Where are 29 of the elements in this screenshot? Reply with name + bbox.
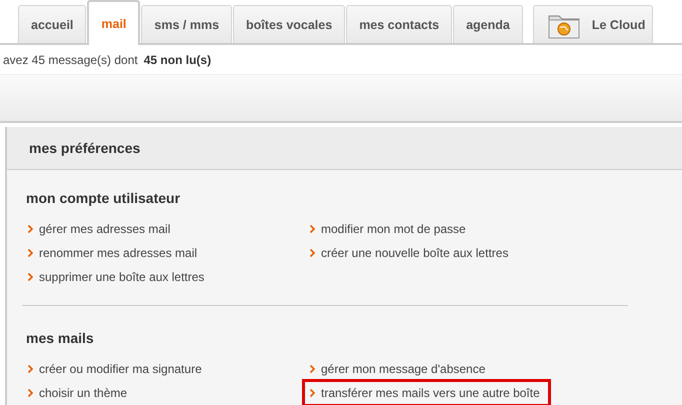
chevron-icon bbox=[310, 225, 315, 233]
chevron-icon bbox=[310, 249, 315, 257]
preference-link[interactable]: gérer mon message d'absence bbox=[308, 361, 488, 377]
chevron-icon bbox=[28, 365, 33, 373]
tab[interactable]: sms / mms bbox=[141, 5, 232, 43]
preference-link[interactable]: transférer mes mails vers une autre boîte bbox=[308, 385, 545, 401]
preference-link[interactable]: renommer mes adresses mail bbox=[26, 245, 200, 261]
chevron-icon bbox=[310, 365, 315, 373]
section-title: mon compte utilisateur bbox=[26, 190, 182, 206]
panel-title: mes préférences bbox=[29, 140, 140, 156]
tab[interactable]: accueil bbox=[18, 5, 86, 43]
preference-link[interactable]: créer ou modifier ma signature bbox=[26, 361, 204, 377]
tab[interactable]: agenda bbox=[453, 5, 523, 43]
section-title: mes mails bbox=[26, 330, 95, 346]
tab[interactable]: Le Cloud bbox=[532, 5, 653, 43]
chevron-icon bbox=[28, 225, 33, 233]
chevron-icon bbox=[28, 273, 33, 281]
preference-link[interactable]: gérer mes adresses mail bbox=[26, 221, 172, 237]
chevron-icon bbox=[28, 249, 33, 257]
preference-link[interactable]: choisir un thème bbox=[26, 385, 130, 401]
preference-link[interactable]: créer une nouvelle boîte aux lettres bbox=[308, 245, 510, 261]
unread-count: 45 non lu(s) bbox=[144, 52, 212, 66]
tab[interactable]: boîtes vocales bbox=[233, 5, 346, 43]
preference-link[interactable]: modifier mon mot de passe bbox=[308, 221, 468, 237]
message-count: avez 45 message(s) dont bbox=[3, 52, 138, 66]
preference-link[interactable]: supprimer une boîte aux lettres bbox=[26, 269, 206, 285]
chevron-icon bbox=[28, 389, 33, 397]
tab[interactable]: mes contacts bbox=[346, 5, 452, 43]
chevron-icon bbox=[310, 389, 315, 397]
